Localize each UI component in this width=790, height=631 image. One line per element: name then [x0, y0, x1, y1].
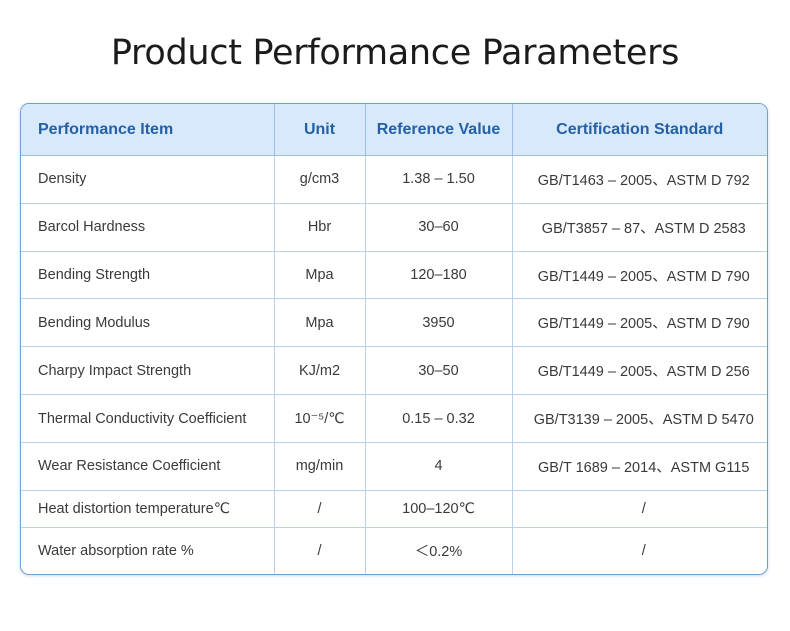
- cell-reference-value: 30–50: [365, 346, 513, 396]
- cell-unit: Mpa: [274, 251, 366, 300]
- cell-certification-standard: GB/T1449 – 2005、ASTM D 790: [512, 298, 767, 348]
- table-row: Water absorption rate % / ＜0.2% /: [21, 527, 767, 574]
- table-header-row: Performance Item Unit Reference Value Ce…: [21, 104, 767, 156]
- performance-table: Performance Item Unit Reference Value Ce…: [20, 103, 768, 575]
- table-row: Heat distortion temperature℃ / 100–120℃ …: [21, 490, 767, 528]
- cell-certification-standard: GB/T1463 – 2005、ASTM D 792: [512, 155, 767, 204]
- cell-performance-item: Wear Resistance Coefficient: [21, 442, 275, 491]
- cell-performance-item: Charpy Impact Strength: [21, 346, 275, 396]
- table-row: Barcol Hardness Hbr 30–60 GB/T3857 – 87、…: [21, 203, 767, 252]
- cell-performance-item: Barcol Hardness: [21, 203, 275, 252]
- page-title: Product Performance Parameters: [110, 33, 680, 73]
- cell-unit: /: [274, 490, 366, 528]
- cell-certification-standard: GB/T1449 – 2005、ASTM D 790: [512, 251, 767, 300]
- table-row: Thermal Conductivity Coefficient 10⁻⁵/℃ …: [21, 394, 767, 443]
- table-row: Charpy Impact Strength KJ/m2 30–50 GB/T1…: [21, 346, 767, 396]
- column-header-unit: Unit: [274, 104, 366, 156]
- cell-reference-value: 3950: [365, 298, 513, 348]
- column-header-performance-item: Performance Item: [21, 104, 275, 156]
- cell-performance-item: Water absorption rate %: [21, 527, 275, 574]
- table-row: Bending Modulus Mpa 3950 GB/T1449 – 2005…: [21, 298, 767, 348]
- table-row: Wear Resistance Coefficient mg/min 4 GB/…: [21, 442, 767, 491]
- cell-reference-value: 0.15 – 0.32: [365, 394, 513, 443]
- cell-certification-standard: GB/T3139 – 2005、ASTM D 5470: [512, 394, 767, 443]
- cell-performance-item: Density: [21, 155, 275, 204]
- cell-certification-standard: GB/T1449 – 2005、ASTM D 256: [512, 346, 767, 396]
- cell-unit: mg/min: [274, 442, 366, 491]
- cell-reference-value: 120–180: [365, 251, 513, 300]
- cell-reference-value: ＜0.2%: [365, 527, 513, 574]
- table-row: Bending Strength Mpa 120–180 GB/T1449 – …: [21, 251, 767, 300]
- table-row: Density g/cm3 1.38 – 1.50 GB/T1463 – 200…: [21, 155, 767, 204]
- cell-certification-standard: /: [512, 490, 767, 528]
- column-header-certification-standard: Certification Standard: [512, 104, 767, 156]
- cell-unit: 10⁻⁵/℃: [274, 394, 366, 443]
- cell-performance-item: Thermal Conductivity Coefficient: [21, 394, 275, 443]
- cell-performance-item: Heat distortion temperature℃: [21, 490, 275, 528]
- cell-certification-standard: GB/T3857 – 87、ASTM D 2583: [512, 203, 767, 252]
- cell-unit: Mpa: [274, 298, 366, 348]
- cell-certification-standard: /: [641, 542, 646, 559]
- column-header-reference-value: Reference Value: [365, 104, 513, 156]
- cell-unit: g/cm3: [274, 155, 366, 204]
- cell-reference-value: 4: [365, 442, 513, 491]
- cell-performance-item: Bending Strength: [21, 251, 275, 300]
- cell-unit: /: [274, 527, 366, 574]
- cell-certification-standard: GB/T 1689 – 2014、ASTM G115: [512, 442, 767, 491]
- cell-reference-value: 30–60: [365, 203, 513, 252]
- cell-reference-value: 1.38 – 1.50: [365, 155, 513, 204]
- cell-unit: Hbr: [274, 203, 366, 252]
- cell-reference-value: 100–120℃: [365, 490, 513, 528]
- cell-performance-item: Bending Modulus: [21, 298, 275, 348]
- cell-unit: KJ/m2: [274, 346, 366, 396]
